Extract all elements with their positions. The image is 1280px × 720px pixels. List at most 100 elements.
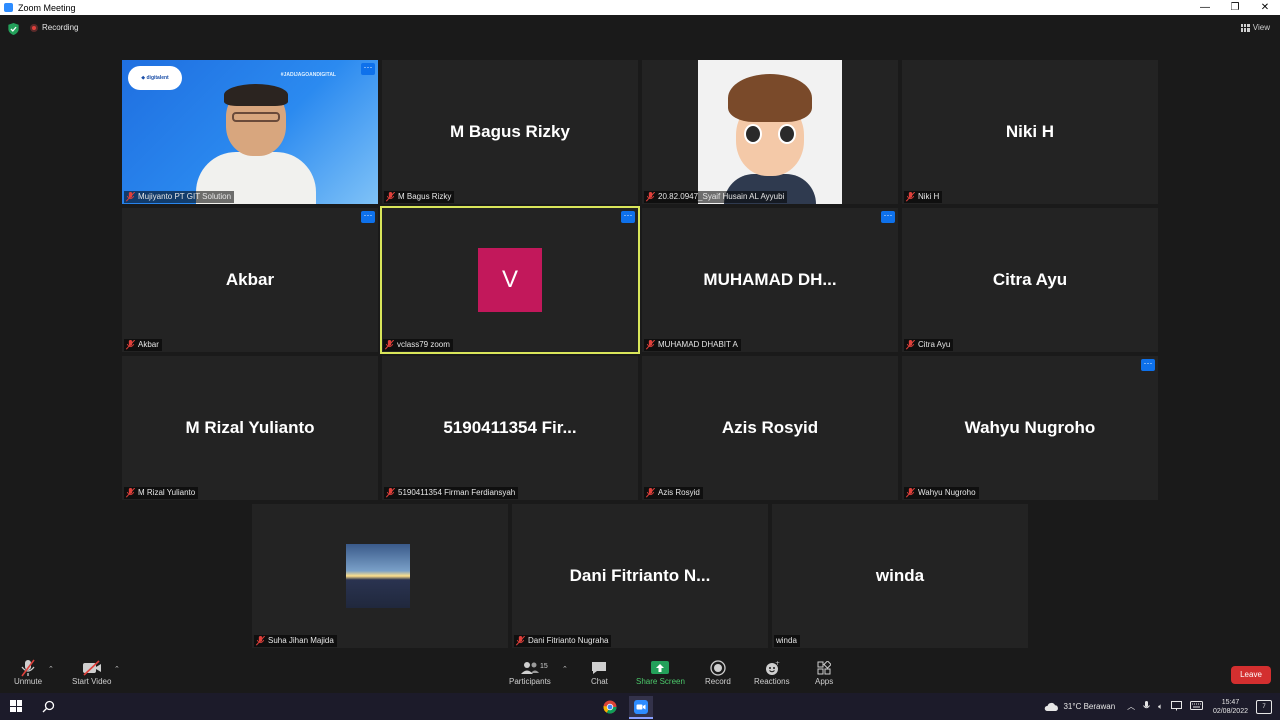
participant-name-label: M Rizal Yulianto [124,487,199,499]
close-button[interactable]: ✕ [1250,0,1280,15]
muted-mic-icon [516,636,525,646]
participant-tile[interactable]: MUHAMAD DH... ··· MUHAMAD DHABIT A [642,208,898,352]
muted-mic-icon [385,340,394,350]
more-options-button[interactable]: ··· [361,211,375,223]
muted-mic-icon [646,192,655,202]
apps-icon [817,661,832,675]
unmute-button[interactable]: Unmute [14,659,42,686]
participant-tile[interactable]: Dani Fitrianto N... Dani Fitrianto Nugra… [512,504,768,648]
svg-text:+: + [775,660,780,667]
participant-display-name: Citra Ayu [992,270,1068,289]
participant-display-name: Niki H [1005,122,1055,141]
participant-tile[interactable]: winda winda [772,504,1028,648]
more-options-button[interactable]: ··· [621,211,635,223]
participant-name-label: Dani Fitrianto Nugraha [514,635,612,647]
participant-tile[interactable]: 20.82.0947_Syaif Husain AL Ayyubi [642,60,898,204]
recording-indicator[interactable]: Recording [30,23,78,32]
profile-picture [698,60,842,204]
record-button[interactable]: Record [705,659,731,686]
clock-date: 02/08/2022 [1212,707,1248,715]
participant-name-label: Suha Jihan Majida [254,635,337,647]
participant-display-name: M Bagus Rizky [450,122,570,141]
initial-avatar: V [478,248,542,312]
more-options-button[interactable]: ··· [361,63,375,75]
network-icon[interactable] [1170,700,1182,713]
leave-button[interactable]: Leave [1231,666,1271,684]
presenter-video: ◆ digitalent #JADIJAGOANDIGITAL [122,60,378,204]
meeting-controls-toolbar: Unmute ⌃ Start Video ⌃ Participants 15 ⌃… [0,655,1280,693]
taskbar-clock[interactable]: 15:47 02/08/2022 [1213,698,1248,716]
recording-label: Recording [42,23,79,32]
notification-count: 7 [1262,703,1266,710]
windows-start-icon[interactable] [10,700,22,712]
participant-name-label: Wahyu Nugroho [904,487,979,499]
participants-icon [520,662,539,674]
apps-button[interactable]: Apps [815,659,833,686]
profile-picture [346,544,410,608]
participant-tile[interactable]: Azis Rosyid Azis Rosyid [642,356,898,500]
volume-icon[interactable]: 🔈︎ [1158,702,1163,712]
grid-view-icon [1240,23,1250,32]
window-titlebar: Zoom Meeting — ❐ ✕ [0,0,1280,15]
participant-display-name: Akbar [225,270,275,289]
microphone-tray-icon[interactable] [1143,700,1151,713]
notification-center-icon[interactable]: 7 [1256,699,1272,714]
muted-mic-icon [126,340,135,350]
muted-mic-icon [256,636,265,646]
view-label: View [1252,23,1270,32]
participant-display-name: Azis Rosyid [721,418,819,437]
minimize-button[interactable]: — [1190,0,1220,15]
start-video-button[interactable]: Start Video [72,659,111,686]
weather-widget[interactable]: 31°C Berawan [1043,702,1115,712]
digitalent-logo: ◆ digitalent [128,66,182,90]
chrome-app-icon[interactable] [598,696,622,717]
recording-dot-icon [30,23,38,32]
participant-count-badge: 15 [540,663,548,670]
audio-options-caret[interactable]: ⌃ [48,665,54,673]
participant-tile[interactable]: Citra Ayu Citra Ayu [902,208,1158,352]
participant-display-name: MUHAMAD DH... [703,270,837,289]
video-off-icon [82,660,101,676]
participant-tile[interactable]: ◆ digitalent #JADIJAGOANDIGITAL ··· Muji… [122,60,378,204]
hashtag-text: #JADIJAGOANDIGITAL [280,72,336,78]
participant-tile[interactable]: 5190411354 Fir... 5190411354 Firman Ferd… [382,356,638,500]
security-shield-icon[interactable] [8,23,19,35]
participant-name-label: Niki H [904,191,943,203]
participant-name-label: 20.82.0947_Syaif Husain AL Ayyubi [644,191,788,203]
show-hidden-icons-chevron[interactable]: ︿ [1127,701,1135,712]
muted-mic-icon [906,192,915,202]
search-icon[interactable] [42,700,55,718]
participant-display-name: M Rizal Yulianto [185,418,315,437]
participant-tile[interactable]: M Rizal Yulianto M Rizal Yulianto [122,356,378,500]
clock-time: 15:47 [1221,698,1240,706]
muted-mic-icon [906,340,915,350]
windows-taskbar: 31°C Berawan ︿ 🔈︎ 15:47 02/08/2022 7 [0,693,1280,720]
record-icon [710,660,726,676]
chat-button[interactable]: Chat [591,659,608,686]
participant-tile[interactable]: M Bagus Rizky M Bagus Rizky [382,60,638,204]
reactions-button[interactable]: + Reactions [754,659,790,686]
more-options-button[interactable]: ··· [881,211,895,223]
muted-mic-icon [646,340,655,350]
participants-options-caret[interactable]: ⌃ [562,665,568,673]
window-title: Zoom Meeting [18,2,76,13]
participant-name-label: 5190411354 Firman Ferdiansyah [384,487,519,499]
participant-display-name: Wahyu Nugroho [964,418,1096,437]
participant-name-label: MUHAMAD DHABIT A [644,339,741,351]
participant-display-name: Dani Fitrianto N... [569,566,711,585]
participant-tile[interactable]: Wahyu Nugroho ··· Wahyu Nugroho [902,356,1158,500]
share-screen-button[interactable]: Share Screen [636,659,685,686]
keyboard-icon[interactable] [1189,701,1203,712]
participant-tile[interactable]: Niki H Niki H [902,60,1158,204]
participant-tile-active-speaker[interactable]: V ··· vclass79 zoom [380,206,640,354]
participant-tile[interactable]: Akbar ··· Akbar [122,208,378,352]
participant-tile[interactable]: Suha Jihan Majida [252,504,508,648]
maximize-button[interactable]: ❐ [1220,0,1250,15]
more-options-button[interactable]: ··· [1141,359,1155,371]
muted-mic-icon [386,488,395,498]
zoom-taskbar-icon[interactable] [629,696,653,719]
view-button[interactable]: View [1240,23,1270,32]
chat-icon [592,662,607,674]
video-options-caret[interactable]: ⌃ [114,665,120,673]
participant-name-label: vclass79 zoom [383,339,453,351]
